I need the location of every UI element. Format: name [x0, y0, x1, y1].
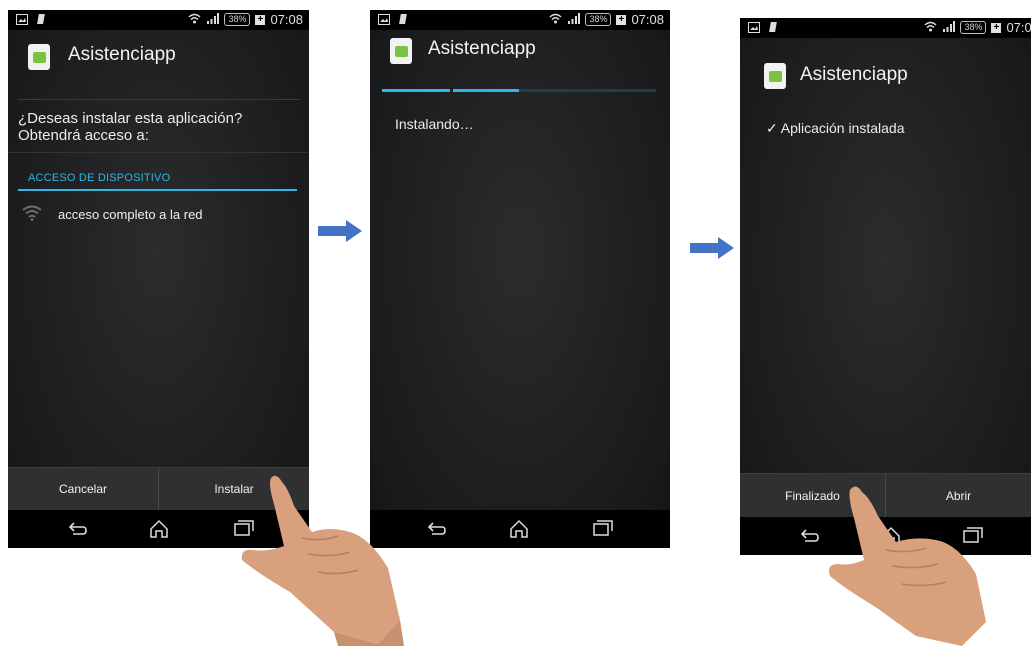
charging-icon: +: [255, 14, 266, 25]
app-title: Asistenciapp: [800, 64, 908, 85]
back-icon[interactable]: [66, 519, 88, 542]
phone-screen-installed: 38% + 07:08 Asistenciapp ✓ Aplicación in…: [740, 18, 1031, 555]
navigation-bar: [370, 510, 670, 548]
progress-fill: [382, 89, 519, 92]
cancel-button[interactable]: Cancelar: [8, 468, 158, 510]
signal-icon: [206, 12, 220, 27]
installed-status: Aplicación instalada: [780, 120, 905, 136]
home-icon[interactable]: [148, 519, 170, 544]
phone-screen-install-prompt: 38% + 07:08 Asistenciapp ¿Deseas instala…: [8, 10, 309, 548]
wifi-permission-icon: [22, 205, 42, 224]
app-title: Asistenciapp: [428, 38, 536, 59]
app-header: Asistenciapp: [740, 38, 1031, 98]
divider: [18, 99, 299, 100]
charging-icon: +: [616, 14, 627, 25]
home-icon[interactable]: [508, 519, 530, 544]
clock: 07:08: [270, 12, 303, 27]
app-title: Asistenciapp: [68, 44, 176, 65]
permission-item[interactable]: acceso completo a la red: [22, 205, 203, 224]
app-icon: [764, 63, 786, 89]
status-bar: 38% + 07:08: [370, 10, 670, 30]
app-header: Asistenciapp: [8, 30, 309, 100]
wifi-icon: [188, 12, 201, 27]
battery-indicator: 38%: [960, 21, 987, 34]
app-icon: [390, 38, 412, 64]
screenshot-notification-icon: [748, 21, 760, 36]
wifi-icon: [549, 12, 562, 27]
install-complete-message: ✓ Aplicación instalada: [766, 120, 904, 137]
clock: 07:08: [1006, 20, 1031, 35]
prompt-access: Obtendrá acceso a:: [18, 127, 149, 144]
battery-indicator: 38%: [585, 13, 612, 26]
permission-label: acceso completo a la red: [58, 207, 203, 222]
charging-icon: +: [991, 22, 1002, 33]
pointing-hand-icon: [241, 475, 404, 646]
recents-icon[interactable]: [592, 519, 614, 542]
clock: 07:08: [631, 12, 664, 27]
app-header: Asistenciapp: [370, 30, 670, 90]
screenshot-notification-icon: [378, 13, 390, 28]
prompt-question: ¿Deseas instalar esta aplicación?: [18, 110, 243, 127]
pointing-hand-icon: [829, 486, 986, 646]
clipboard-notification-icon: [399, 13, 409, 28]
signal-icon: [942, 20, 956, 35]
step-arrow-icon: [318, 220, 362, 242]
screenshot-notification-icon: [16, 13, 28, 28]
app-icon: [28, 44, 50, 70]
status-bar: 38% + 07:08: [740, 18, 1031, 38]
status-bar: 38% + 07:08: [8, 10, 309, 30]
phone-screen-installing: 38% + 07:08 Asistenciapp Instalando…: [370, 10, 670, 548]
divider: [8, 152, 309, 153]
install-progress-bar: [382, 89, 656, 92]
back-icon[interactable]: [425, 519, 447, 542]
install-prompt: ¿Deseas instalar esta aplicación? Obtend…: [18, 110, 242, 144]
clipboard-notification-icon: [37, 13, 47, 28]
installing-status: Instalando…: [395, 116, 474, 132]
battery-indicator: 38%: [224, 13, 251, 26]
wifi-icon: [924, 20, 937, 35]
section-header-device-access: ACCESO DE DISPOSITIVO: [28, 172, 171, 184]
step-arrow-icon: [690, 237, 734, 259]
checkmark-icon: ✓: [766, 120, 778, 136]
section-underline: [18, 189, 297, 191]
signal-icon: [567, 12, 581, 27]
back-icon[interactable]: [798, 526, 820, 549]
clipboard-notification-icon: [769, 21, 779, 36]
